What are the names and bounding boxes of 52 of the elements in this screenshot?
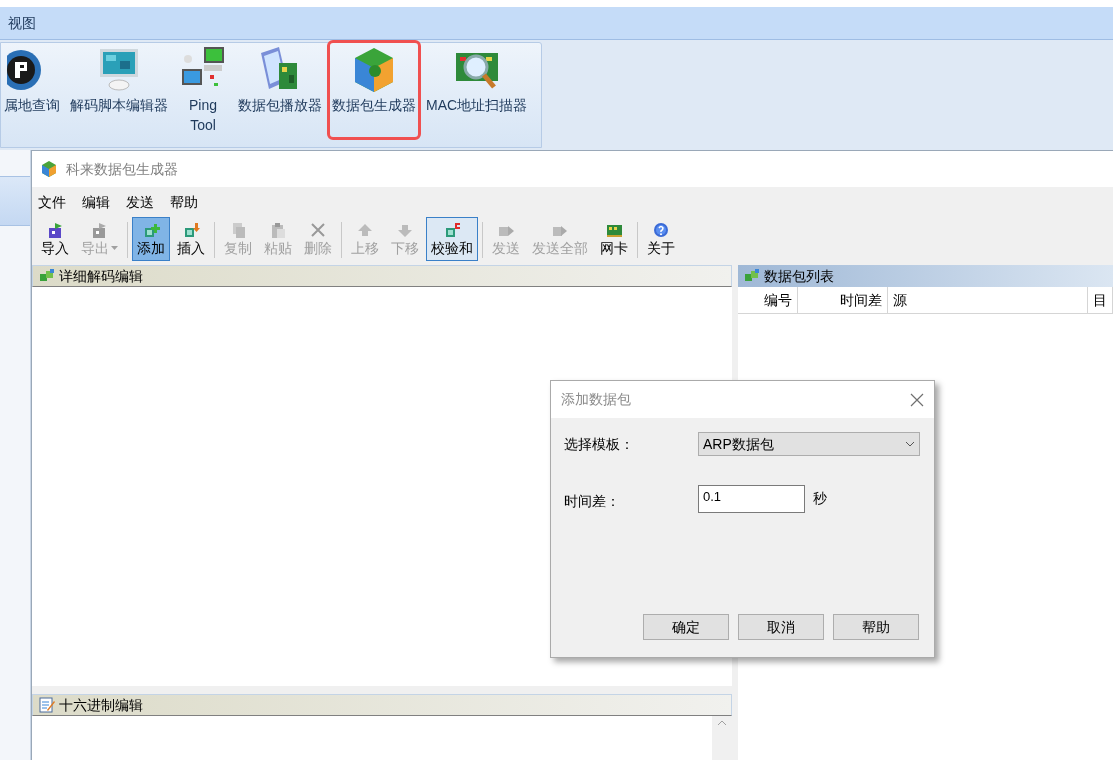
tool-button[interactable]: Ping Tool (176, 43, 230, 137)
pane-title: 详细解码编辑 (59, 266, 143, 286)
paste-icon (269, 221, 287, 239)
chevron-down-icon (905, 441, 915, 447)
menu-item[interactable]: 文件 (38, 191, 66, 213)
column-header[interactable]: 时间差 (798, 287, 888, 313)
dialog-title: 添加数据包 (561, 390, 631, 409)
field-label: 选择模板： (564, 435, 634, 454)
toolbar-button[interactable]: 导入 (36, 217, 74, 261)
close-icon[interactable] (910, 392, 924, 407)
cube-plus-icon (142, 221, 160, 239)
import-icon (46, 221, 64, 239)
column-header[interactable]: 目 (1088, 287, 1113, 313)
export-icon (91, 221, 108, 239)
pane-title: 十六进制编辑 (59, 695, 143, 715)
dialog-button[interactable]: 取消 (738, 614, 824, 640)
scroll-up-icon[interactable] (717, 720, 727, 726)
toolbar-button[interactable]: 网卡 (595, 217, 633, 261)
tool-button[interactable]: 数据包生成器 (330, 43, 418, 137)
toolbar-button[interactable]: 关于 (642, 217, 680, 261)
help-icon (652, 221, 670, 239)
tool-button[interactable]: MAC地址扫描器 (424, 43, 530, 117)
edit-icon (39, 697, 55, 713)
column-header[interactable]: 源 (888, 287, 1088, 313)
toolbar-button[interactable]: 插入 (172, 217, 210, 261)
cubes-icon (744, 269, 760, 283)
menu-item[interactable]: 发送 (126, 191, 154, 213)
cubes-icon (39, 269, 55, 283)
menu-item[interactable]: 帮助 (170, 191, 198, 213)
window-title: 科来数据包生成器 (66, 159, 178, 179)
ribbon-tab[interactable]: 视图 (8, 12, 36, 34)
dialog-button[interactable]: 确定 (643, 614, 729, 640)
close-icon (309, 221, 327, 239)
scrollbar[interactable] (712, 716, 732, 760)
unit-label: 秒 (813, 489, 827, 508)
time-input[interactable]: 0.1 (698, 485, 805, 513)
cube-check-icon (443, 221, 461, 239)
template-dropdown[interactable]: ARP数据包 (698, 432, 920, 456)
field-label: 时间差： (564, 492, 620, 511)
pane-title: 数据包列表 (764, 266, 834, 286)
column-header[interactable]: 编号 (738, 287, 798, 313)
tool-button[interactable]: 属地查询 (2, 43, 62, 117)
cube-arrow-icon (182, 221, 200, 239)
tool-button[interactable]: 数据包播放器 (236, 43, 324, 117)
toolbar-button[interactable]: 校验和 (426, 217, 478, 261)
tool-button[interactable]: 解码脚本编辑器 (68, 43, 170, 117)
toolbar-button[interactable]: 添加 (132, 217, 170, 261)
cube-icon (40, 160, 58, 178)
menu-item[interactable]: 编辑 (82, 191, 110, 213)
dialog-button[interactable]: 帮助 (833, 614, 919, 640)
side-panel (0, 176, 30, 226)
up-arrow-icon (356, 221, 374, 239)
